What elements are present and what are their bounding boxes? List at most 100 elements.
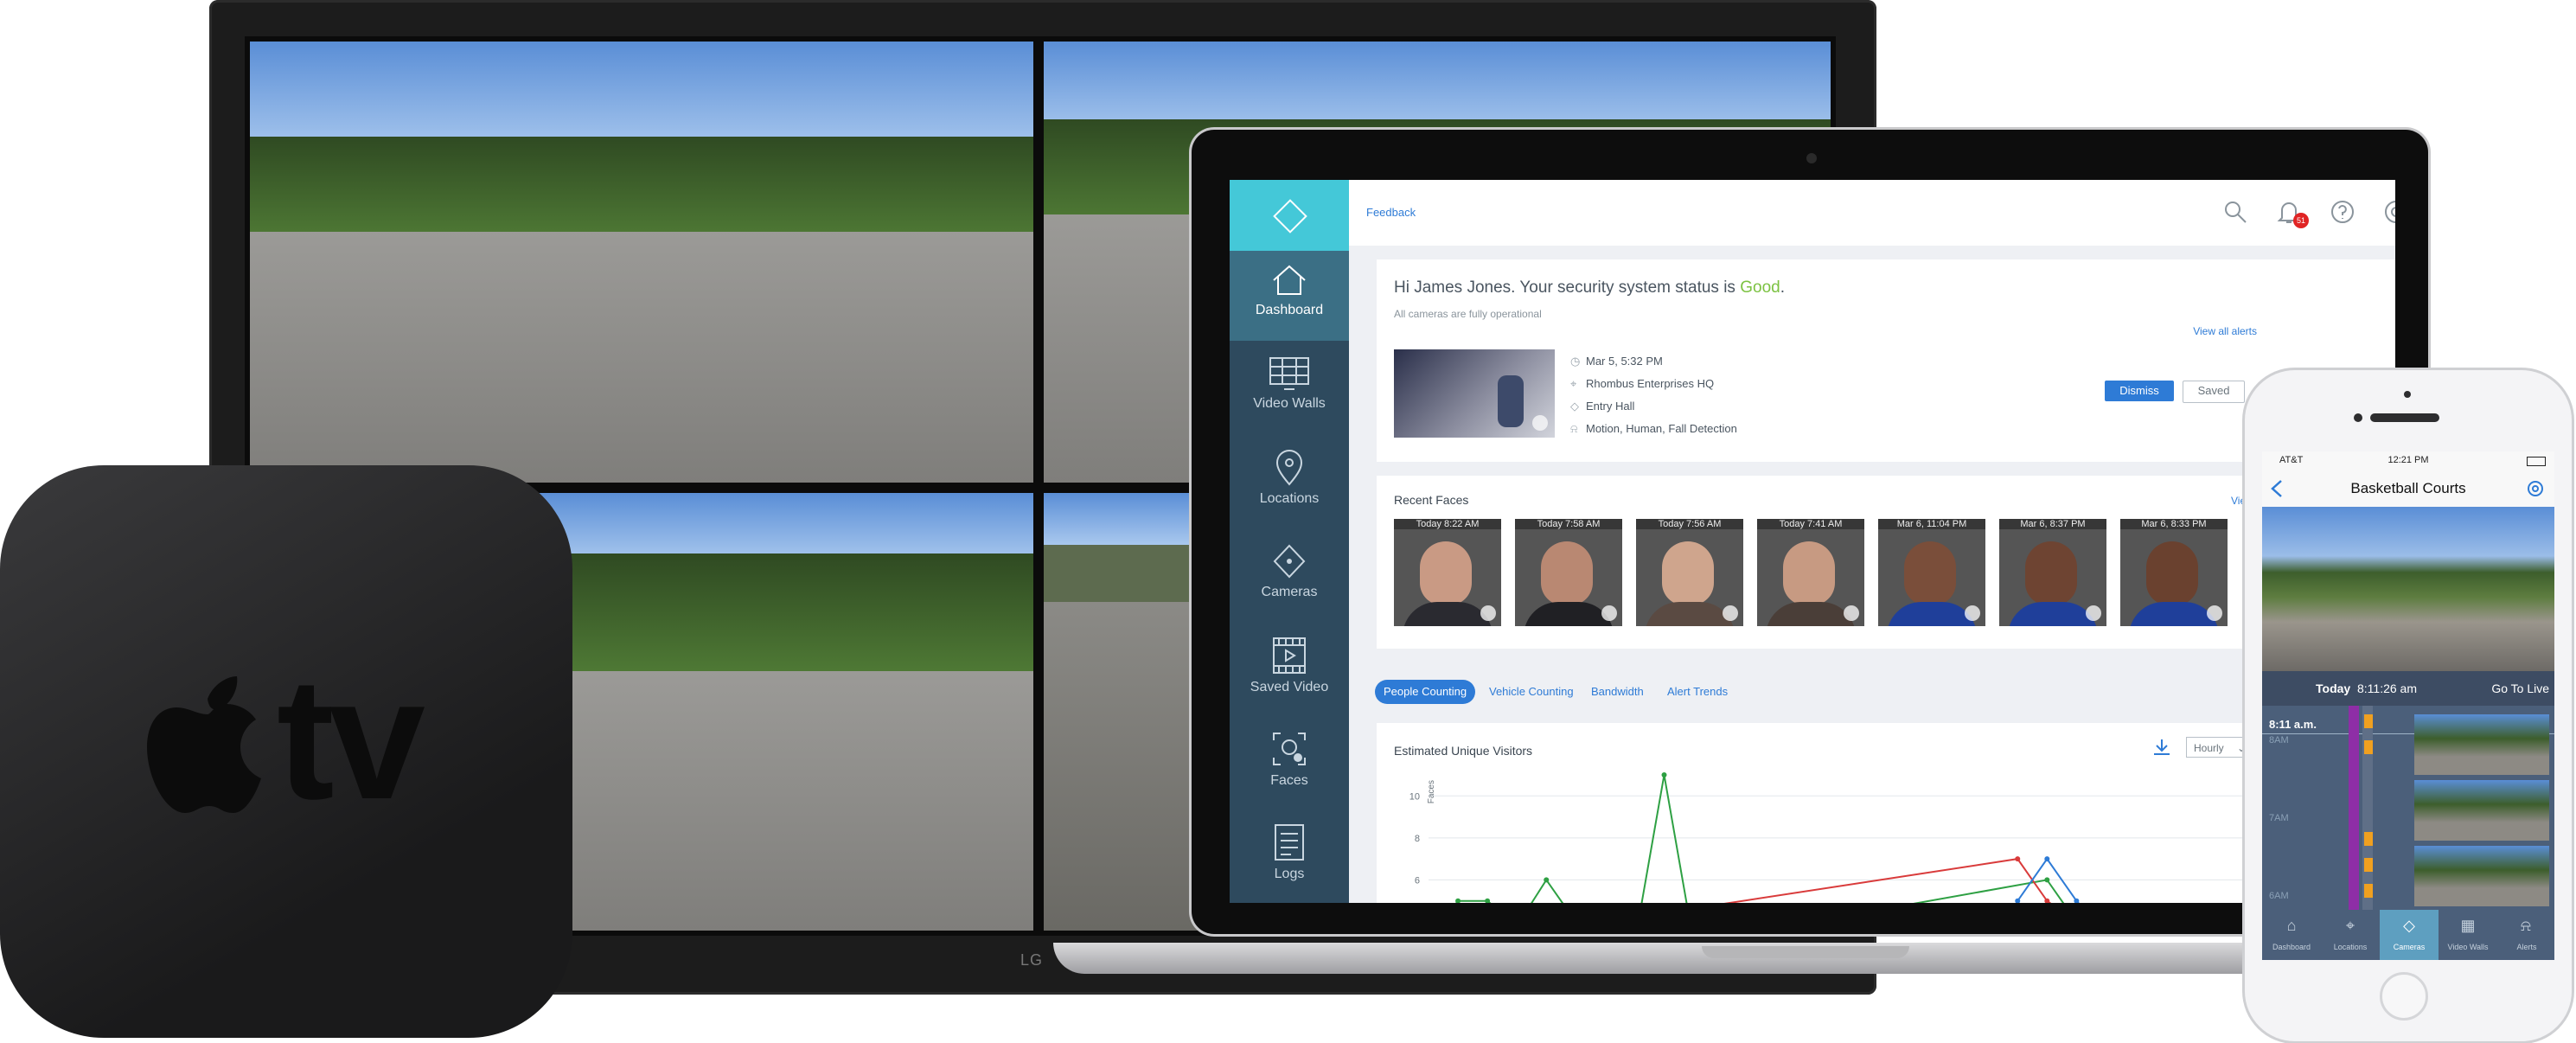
alert-thumbnail[interactable] (1394, 349, 1555, 438)
face-thumbnail[interactable]: Mar 6, 8:33 PM (2120, 519, 2228, 626)
tab-vehicle-counting[interactable]: Vehicle Counting (1480, 680, 1582, 704)
camera-diamond-icon: ◇ (2403, 917, 2415, 934)
phone-tab-locations[interactable]: ⌖ Locations (2321, 917, 2380, 951)
phone-timeline[interactable]: Today 8:11:26 am Go To Live 8:11 a.m. 8A… (2262, 671, 2554, 910)
timeline-marker-label: 8:11 a.m. (2269, 718, 2317, 731)
status-word: Good (1740, 278, 1780, 297)
alert-types: ⍾ Motion, Human, Fall Detection (1570, 422, 1737, 435)
face-thumbnail[interactable]: Mar 6, 11:04 PM (1878, 519, 1985, 626)
help-icon[interactable] (2330, 199, 2355, 225)
go-to-live-button[interactable]: Go To Live (2491, 681, 2549, 695)
feedback-link[interactable]: Feedback (1366, 206, 1416, 219)
data-point (1455, 898, 1461, 903)
laptop-notch (1702, 946, 1909, 958)
sidebar-item-faces[interactable]: Faces (1230, 718, 1349, 808)
gear-icon[interactable] (2383, 199, 2395, 225)
phone-tab-cameras[interactable]: ◇ Cameras (2380, 917, 2439, 951)
face-thumbnail[interactable]: Today 7:58 AM (1515, 519, 1622, 626)
rhombus-dashboard-app: Dashboard Video Walls Locations Cameras … (1230, 180, 2395, 903)
event-marker (2364, 740, 2373, 754)
camera-feed-parking-lot[interactable] (250, 42, 1033, 483)
timeline-thumbnail[interactable] (2414, 846, 2549, 906)
location-pin-icon: ⌖ (2345, 917, 2355, 934)
hour-label: 7AM (2269, 813, 2289, 823)
face-icon (1273, 733, 1306, 765)
status-card: Hi James Jones. Your security system sta… (1377, 259, 2395, 462)
series-line-1 (1723, 858, 2052, 903)
sidebar-item-label: Faces (1270, 773, 1308, 788)
alert-location: ⌖ Rhombus Enterprises HQ (1570, 377, 1715, 390)
status-greeting: Hi James Jones. Your security system sta… (1394, 278, 1785, 297)
event-marker (2364, 858, 2373, 872)
phone-tab-dashboard[interactable]: ⌂ Dashboard (2262, 917, 2321, 951)
y-tick-label: 6 (1415, 875, 1420, 886)
timeline-thumbnail[interactable] (2414, 780, 2549, 841)
sidebar-item-label: Locations (1259, 491, 1320, 506)
camera-diamond-icon (1273, 544, 1306, 579)
clock-icon: ◷ (1570, 355, 1581, 368)
laptop-camera (1806, 153, 1817, 163)
gear-icon[interactable] (2527, 480, 2544, 497)
recent-faces-card: Recent Faces Vie Today 8:22 AM Today 7:5… (1377, 476, 2395, 649)
sidebar-item-label: Dashboard (1255, 303, 1324, 317)
phone-speaker (2370, 413, 2439, 422)
tab-people-counting[interactable]: People Counting (1375, 680, 1476, 704)
saved-button[interactable]: Saved (2183, 381, 2245, 403)
status-subtext: All cameras are fully operational (1394, 308, 1542, 320)
timeline-header: Today 8:11:26 am Go To Live (2262, 671, 2554, 706)
video-wall-icon (1269, 357, 1309, 390)
phone-home-button[interactable] (2380, 972, 2428, 1021)
sidebar-item-cameras[interactable]: Cameras (1230, 531, 1349, 621)
phone-screen-title: Basketball Courts (2350, 480, 2466, 496)
rhombus-logo[interactable] (1230, 180, 1349, 251)
video-wall-icon: ▦ (2460, 917, 2476, 934)
face-thumbnail[interactable]: Today 7:56 AM (1636, 519, 1743, 626)
tab-bandwidth[interactable]: Bandwidth (1582, 680, 1652, 704)
data-point (2044, 856, 2050, 862)
sidebar-item-label: Video Walls (1253, 396, 1326, 411)
dismiss-button[interactable]: Dismiss (2105, 381, 2174, 401)
timeline-thumbnail[interactable] (2414, 714, 2549, 775)
series-line-2 (2017, 857, 2080, 903)
y-axis-label: Faces (1427, 780, 1436, 803)
recent-faces-title: Recent Faces (1394, 493, 1469, 507)
hour-label: 8AM (2269, 735, 2289, 745)
sidebar-item-label: Cameras (1261, 585, 1318, 599)
data-point (2044, 877, 2050, 883)
unique-visitors-card: Estimated Unique Visitors Hourly⌄ 46810F… (1377, 723, 2395, 903)
phone-status-bar: AT&T 12:21 PM (2262, 451, 2554, 470)
event-marker (2364, 714, 2373, 728)
phone-live-feed[interactable] (2262, 507, 2554, 671)
sidebar-item-logs[interactable]: Logs (1230, 811, 1349, 901)
bell-icon: ⍾ (2521, 917, 2531, 934)
home-icon: ⌂ (2286, 917, 2297, 934)
activity-bar-purple (2349, 706, 2359, 910)
search-icon[interactable] (2222, 199, 2248, 225)
clock-label: 12:21 PM (2387, 455, 2429, 465)
sidebar-item-saved-video[interactable]: Saved Video (1230, 624, 1349, 714)
view-all-alerts-link[interactable]: View all alerts (2193, 325, 2257, 337)
sidebar-item-dashboard[interactable]: Dashboard (1230, 251, 1349, 341)
face-thumbnail[interactable]: Today 8:22 AM (1394, 519, 1501, 626)
tab-alert-trends[interactable]: Alert Trends (1659, 680, 1736, 704)
phone-tab-video-walls[interactable]: ▦ Video Walls (2439, 917, 2497, 951)
battery-icon (2527, 457, 2546, 466)
sidebar-item-label: Saved Video (1250, 680, 1329, 694)
bell-icon: ⍾ (1570, 422, 1578, 435)
notification-badge: 51 (2293, 213, 2309, 228)
sidebar-item-locations[interactable]: Locations (1230, 438, 1349, 528)
data-point (1544, 877, 1550, 883)
view-faces-link[interactable]: Vie (2231, 495, 2246, 507)
home-icon (1273, 265, 1306, 295)
face-thumbnail[interactable]: Today 7:41 AM (1757, 519, 1864, 626)
sidebar-item-video-walls[interactable]: Video Walls (1230, 344, 1349, 434)
face-thumbnail[interactable]: Mar 6, 8:37 PM (1999, 519, 2106, 626)
phone-tab-alerts[interactable]: ⍾ Alerts (2497, 917, 2554, 951)
alert-time: ◷ Mar 5, 5:32 PM (1570, 355, 1663, 368)
camera-diamond-icon: ◇ (1570, 400, 1579, 413)
data-point (1485, 898, 1491, 903)
activity-bar-track (2362, 706, 2373, 910)
sidebar: Dashboard Video Walls Locations Cameras … (1230, 180, 1349, 903)
phone-app: AT&T 12:21 PM Basketball Courts Today 8:… (2262, 451, 2554, 960)
film-icon (1273, 637, 1306, 674)
